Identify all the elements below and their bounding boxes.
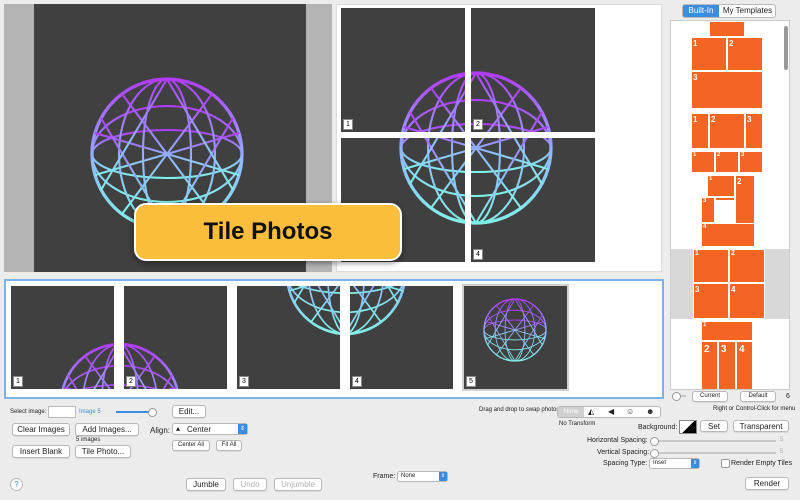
thumbnail-1[interactable]: 1 <box>11 286 114 389</box>
align-icon: ▴ <box>176 424 181 433</box>
template-item[interactable]: 1 2 3 <box>691 21 763 109</box>
horizontal-spacing-value: 5 <box>780 437 784 443</box>
align-select[interactable]: ▴ Center ⇕ <box>172 423 248 435</box>
align-label: Align: <box>150 426 171 435</box>
render-empty-tiles-label: Render Empty Tiles <box>731 460 793 467</box>
template-item[interactable]: 1 2 3 4 <box>701 321 753 389</box>
center-all-button[interactable]: Center All <box>172 440 210 451</box>
image-slider[interactable] <box>116 408 157 417</box>
tile-number: 4 <box>473 249 483 260</box>
insert-blank-button[interactable]: Insert Blank <box>12 445 70 458</box>
template-scrollbar[interactable] <box>784 26 788 70</box>
thumbnail-4[interactable]: 4 <box>350 286 453 389</box>
tab-my-templates[interactable]: My Templates <box>720 5 775 17</box>
tile-1-image <box>399 71 465 132</box>
thumbnail-number: 5 <box>466 376 476 387</box>
thumbnail-3-image <box>285 286 340 336</box>
unjumble-button[interactable]: Unjumble <box>274 478 322 491</box>
thumbnail-4-image <box>350 286 407 336</box>
horizontal-spacing-label: Horizontal Spacing: <box>587 437 648 444</box>
template-item-selected[interactable]: 1 2 3 4 <box>671 249 789 319</box>
tile-number: 2 <box>473 119 483 130</box>
tile-4-image <box>471 138 553 225</box>
transform-buttons: None ◭ ◀ ☺ ☻ <box>557 406 661 418</box>
tile-2[interactable]: 2 <box>471 8 595 132</box>
no-transform-label: No Transform <box>559 421 596 427</box>
template-list[interactable]: 1 2 3 1 2 3 1 2 3 1 2 3 4 1 2 3 4 1 2 3 … <box>670 20 790 390</box>
tile-photos-callout: Tile Photos <box>134 203 402 261</box>
image-count: 5 images <box>76 437 101 443</box>
flip-horizontal-icon[interactable]: ◭ <box>588 408 594 416</box>
set-background-button[interactable]: Set <box>700 420 728 432</box>
vertical-spacing-value: 5 <box>780 449 784 455</box>
rotate-left-icon[interactable]: ☺ <box>626 408 634 416</box>
add-images-button[interactable]: Add Images... <box>75 423 139 436</box>
thumbnail-number: 2 <box>126 376 136 387</box>
image-strip[interactable]: 1 2 3 4 5 <box>4 279 664 399</box>
jumble-button[interactable]: Jumble <box>186 478 226 491</box>
undo-button[interactable]: Undo <box>233 478 267 491</box>
chevron-down-icon: ⇕ <box>439 472 447 481</box>
template-count: 6 <box>786 393 790 400</box>
tile-photo-button[interactable]: Tile Photo... <box>75 445 131 458</box>
thumbnail-3[interactable]: 3 <box>237 286 340 389</box>
templates-panel: Built-In My Templates 1 2 3 1 2 3 1 2 3 … <box>668 4 794 402</box>
thumbnail-2-image <box>124 342 181 389</box>
tile-number: 1 <box>343 119 353 130</box>
template-item[interactable]: 1 2 3 4 <box>701 175 755 247</box>
help-button[interactable]: ? <box>10 478 23 491</box>
select-image-field[interactable] <box>48 406 76 418</box>
thumbnail-5[interactable]: 5 <box>462 284 569 391</box>
select-image-label: Select image: <box>10 409 47 415</box>
transparent-button[interactable]: Transparent <box>733 420 789 432</box>
thumbnail-number: 3 <box>239 376 249 387</box>
spacing-type-select[interactable]: Inset ⇕ <box>649 458 700 469</box>
rotate-right-icon[interactable]: ☻ <box>646 408 654 416</box>
thumbnail-2[interactable]: 2 <box>124 286 227 389</box>
image-index: Image 5 <box>79 409 101 415</box>
fit-all-button[interactable]: Fit All <box>216 440 242 451</box>
thumbnail-number: 1 <box>13 376 23 387</box>
flip-vertical-icon[interactable]: ◀ <box>608 408 614 416</box>
template-item[interactable]: 1 2 3 <box>691 151 763 173</box>
thumbnail-number: 4 <box>352 376 362 387</box>
chevron-down-icon: ⇕ <box>691 459 699 468</box>
default-template-button[interactable]: Default <box>740 391 776 402</box>
horizontal-spacing-slider[interactable] <box>650 437 776 446</box>
transform-none-button[interactable]: None <box>558 407 584 417</box>
align-value: Center <box>187 425 212 434</box>
chevron-down-icon: ⇕ <box>238 424 247 434</box>
tile-2-image <box>471 71 553 132</box>
tile-1[interactable]: 1 <box>341 8 465 132</box>
template-size-slider[interactable] <box>672 392 686 401</box>
background-color-well[interactable] <box>679 420 697 434</box>
clear-images-button[interactable]: Clear Images <box>12 423 70 436</box>
edit-button[interactable]: Edit... <box>172 405 206 418</box>
frame-label: Frame: <box>373 473 396 480</box>
render-empty-tiles-checkbox[interactable] <box>721 459 730 468</box>
templates-tabs: Built-In My Templates <box>682 4 776 18</box>
vertical-spacing-label: Vertical Spacing: <box>597 449 650 456</box>
right-click-hint: Right or Control-Click for menu <box>713 406 796 412</box>
tab-built-in[interactable]: Built-In <box>683 5 719 17</box>
tile-4[interactable]: 4 <box>471 138 595 262</box>
vertical-spacing-slider[interactable] <box>650 449 776 458</box>
background-label: Background: <box>638 424 678 431</box>
render-button[interactable]: Render <box>745 477 789 490</box>
thumbnail-1-image <box>59 342 114 389</box>
frame-select[interactable]: None ⇕ <box>397 471 448 482</box>
current-template-button[interactable]: Current <box>692 391 728 402</box>
frame-value: None <box>401 473 416 479</box>
spacing-type-label: Spacing Type: <box>603 460 648 467</box>
template-item[interactable]: 1 2 3 <box>691 113 763 149</box>
spacing-type-value: Inset <box>653 460 667 466</box>
drag-hint: Drag and drop to swap photos <box>479 407 560 413</box>
thumbnail-5-image <box>483 298 547 362</box>
